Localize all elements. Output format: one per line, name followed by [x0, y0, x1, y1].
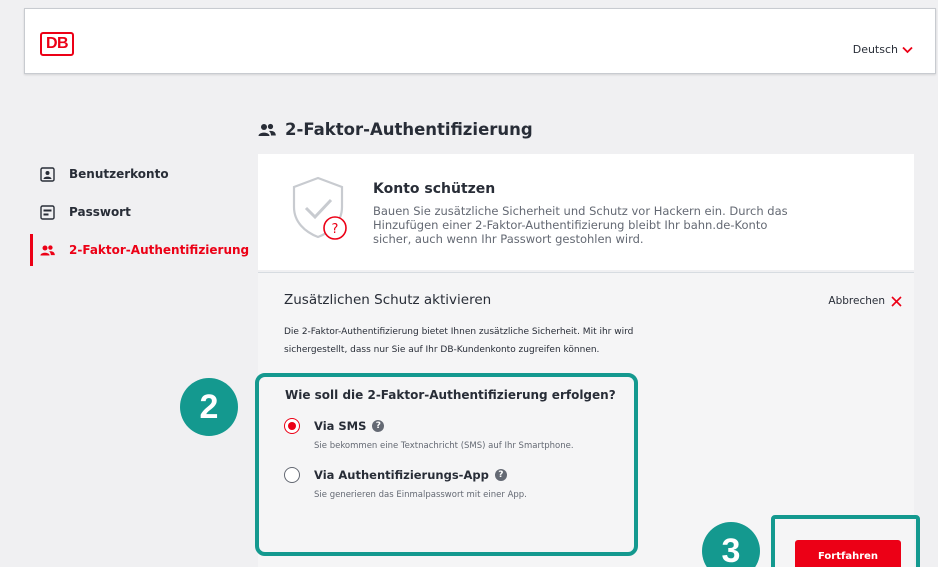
section-title: Zusätzlichen Schutz aktivieren	[284, 292, 492, 308]
sidebar-item-benutzerkonto[interactable]: Benutzerkonto	[30, 158, 250, 190]
page-title-text: 2-Faktor-Authentifizierung	[285, 120, 533, 139]
sidebar-item-label: Benutzerkonto	[69, 167, 169, 181]
sidebar-item-label: 2-Faktor-Authentifizierung	[69, 243, 250, 257]
language-selector[interactable]: Deutsch	[853, 43, 913, 56]
close-icon	[891, 295, 902, 307]
cancel-label: Abbrechen	[828, 295, 885, 307]
chevron-down-icon	[902, 46, 913, 53]
protect-account-text: Bauen Sie zusätzliche Sicherheit und Sch…	[373, 204, 788, 246]
protect-account-title: Konto schützen	[373, 181, 496, 197]
db-logo[interactable]: DB	[40, 32, 74, 56]
users-icon	[258, 123, 276, 136]
header-bar: DB Deutsch	[24, 8, 936, 74]
highlight-method-selection	[255, 373, 638, 556]
user-card-icon	[40, 166, 55, 182]
step-badge-2: 2	[180, 378, 238, 436]
cancel-button[interactable]: Abbrechen	[828, 295, 902, 307]
intro-text: Die 2-Faktor-Authentifizierung bietet Ih…	[284, 327, 634, 355]
sidebar-nav: Benutzerkonto Passwort 2-Faktor-Authenti…	[30, 158, 250, 272]
password-icon	[40, 204, 55, 220]
sidebar-item-passwort[interactable]: Passwort	[30, 196, 250, 228]
protect-account-card: ? Konto schützen Bauen Sie zusätzliche S…	[258, 154, 914, 270]
page-title: 2-Faktor-Authentifizierung	[258, 120, 533, 139]
language-label: Deutsch	[852, 43, 898, 56]
users-icon	[40, 244, 55, 255]
shield-question-icon: ?	[292, 176, 347, 240]
highlight-continue-button	[771, 515, 920, 567]
svg-text:?: ?	[332, 222, 339, 237]
sidebar-item-2fa[interactable]: 2-Faktor-Authentifizierung	[30, 234, 250, 266]
sidebar-item-label: Passwort	[69, 205, 131, 219]
